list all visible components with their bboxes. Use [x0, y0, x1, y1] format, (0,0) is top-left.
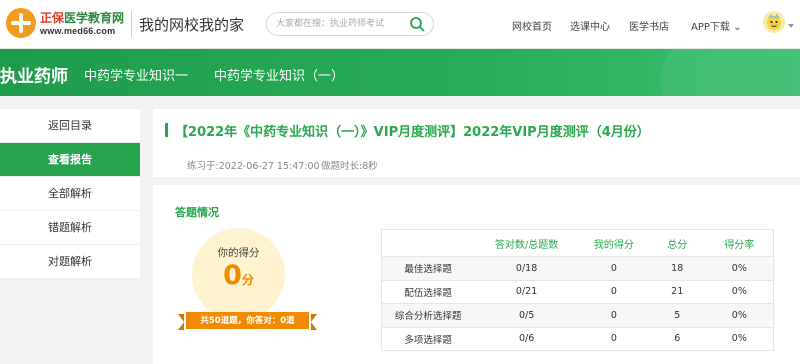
- practice-time: 练习于:2022-06-27 15:47:00: [187, 161, 320, 172]
- score-label: 你的得分: [217, 247, 260, 259]
- stats-table: 答对数/总题数 我的得分 总分 得分率 最佳选择题 0/18 0 18 0% 配…: [381, 229, 774, 351]
- search-input[interactable]: [276, 16, 406, 32]
- logo-brand: 正保: [40, 11, 65, 25]
- cell-score-rate: 0%: [705, 256, 774, 281]
- nav-course-center[interactable]: 选课中心: [570, 18, 610, 33]
- cell-total-score: 21: [648, 280, 706, 304]
- course-banner: 执业药师 中药学专业知识一 中药学专业知识（一）: [0, 49, 800, 96]
- nav-bookstore[interactable]: 医学书店: [629, 18, 669, 33]
- nav-app-download[interactable]: APP下载 ⌄: [691, 18, 741, 33]
- site-slogan: 我的网校我的家: [139, 16, 245, 34]
- logo-url: www.med66.com: [40, 26, 116, 36]
- cell-total-score: 5: [648, 303, 706, 328]
- cell-correct-total: 0/5: [474, 303, 579, 328]
- title-accent-bar: [165, 123, 168, 137]
- col-header-score-rate: 得分率: [705, 229, 774, 257]
- score-unit: 分: [241, 273, 254, 287]
- result-panel: 答题情况 你的得分 0分 共50道题，你答对：0道 答对数/总题数 我的得分 总…: [153, 185, 800, 364]
- col-header-type: [381, 229, 475, 257]
- report-sidebar: 返回目录 查看报告 全部解析 错题解析 对题解析: [0, 109, 140, 279]
- cell-my-score: 0: [578, 280, 649, 304]
- cell-correct-total: 0/6: [474, 327, 579, 351]
- col-header-correct-total: 答对数/总题数: [474, 229, 579, 257]
- cell-score-rate: 0%: [705, 303, 774, 328]
- score-summary-ribbon: 共50道题，你答对：0道: [178, 312, 317, 330]
- banner-title: 执业药师: [0, 67, 68, 87]
- cell-my-score: 0: [578, 256, 649, 281]
- exam-title-panel: 【2022年《中药专业知识（一）》VIP月度测评】2022年VIP月度测评（4月…: [153, 109, 800, 177]
- banner-subject: 中药学专业知识一: [84, 69, 189, 84]
- cell-question-type: 多项选择题: [381, 327, 475, 351]
- cell-my-score: 0: [578, 303, 649, 328]
- cell-total-score: 18: [648, 256, 706, 281]
- cell-my-score: 0: [578, 327, 649, 351]
- user-avatar[interactable]: [763, 11, 785, 33]
- table-row: 综合分析选择题 0/5 0 5 0%: [381, 303, 774, 328]
- score-circle: 你的得分 0分: [192, 228, 285, 321]
- sidebar-item-all-analysis[interactable]: 全部解析: [0, 177, 140, 211]
- score-number: 0: [223, 260, 242, 291]
- chevron-down-icon[interactable]: [788, 24, 794, 28]
- logo-name: 正保医学教育网: [40, 9, 124, 26]
- top-header: 正保医学教育网 www.med66.com 我的网校我的家 网校首页 选课中心 …: [0, 0, 800, 49]
- cell-question-type: 综合分析选择题: [381, 303, 475, 328]
- result-heading: 答题情况: [175, 206, 219, 219]
- cell-score-rate: 0%: [705, 280, 774, 304]
- sidebar-item-back-to-catalog[interactable]: 返回目录: [0, 109, 140, 143]
- table-row: 最佳选择题 0/18 0 18 0%: [381, 256, 774, 281]
- header-divider: [131, 11, 132, 37]
- avatar-face-icon: [767, 14, 781, 30]
- cell-total-score: 6: [648, 327, 706, 351]
- stats-header-row: 答对数/总题数 我的得分 总分 得分率: [381, 229, 774, 257]
- cell-correct-total: 0/18: [474, 256, 579, 281]
- logo-site-name: 医学教育网: [64, 11, 125, 25]
- table-row: 配伍选择题 0/21 0 21 0%: [381, 280, 774, 304]
- col-header-my-score: 我的得分: [578, 229, 649, 257]
- answer-duration: 做题时长:8秒: [321, 161, 378, 172]
- nav-home[interactable]: 网校首页: [512, 18, 552, 33]
- cell-question-type: 配伍选择题: [381, 280, 475, 304]
- search-icon[interactable]: [409, 16, 425, 32]
- score-summary: 共50道题，你答对：0道: [200, 316, 295, 326]
- search-box: [266, 12, 434, 36]
- sidebar-item-correct-analysis[interactable]: 对题解析: [0, 245, 140, 279]
- col-header-total-score: 总分: [648, 229, 706, 257]
- sidebar-item-wrong-analysis[interactable]: 错题解析: [0, 211, 140, 245]
- cell-score-rate: 0%: [705, 327, 774, 351]
- exam-title: 【2022年《中药专业知识（一）》VIP月度测评】2022年VIP月度测评（4月…: [175, 125, 650, 140]
- sidebar-item-view-report[interactable]: 查看报告: [0, 143, 140, 177]
- logo-cross-icon: [6, 8, 36, 38]
- table-row: 多项选择题 0/6 0 6 0%: [381, 327, 774, 351]
- cell-correct-total: 0/21: [474, 280, 579, 304]
- score-value: 0分: [192, 260, 285, 291]
- site-logo[interactable]: 正保医学教育网 www.med66.com: [6, 7, 130, 41]
- banner-course: 中药学专业知识（一）: [214, 69, 345, 84]
- cell-question-type: 最佳选择题: [381, 256, 475, 281]
